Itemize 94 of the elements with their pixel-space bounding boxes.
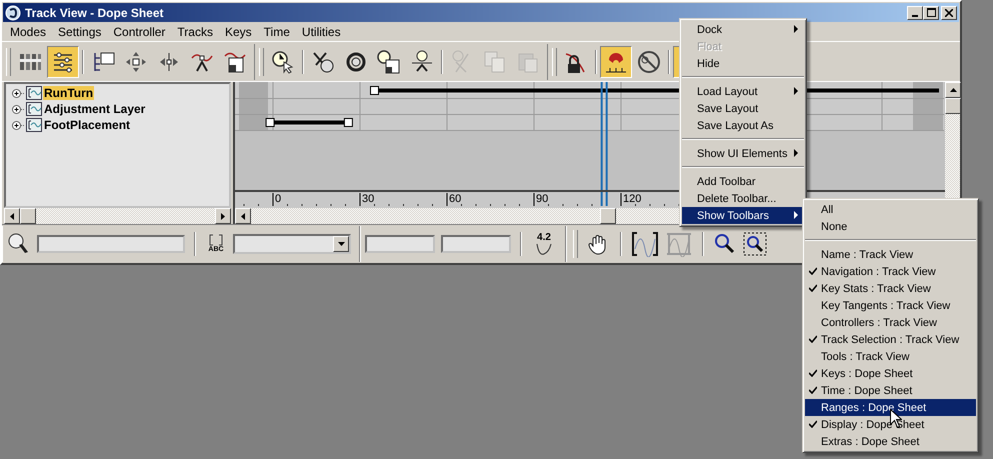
menu-item[interactable]: Show Toolbars xyxy=(682,207,804,224)
clock-cycle-icon xyxy=(344,50,368,74)
close-button[interactable] xyxy=(941,6,957,20)
menu-bar-item[interactable]: Keys xyxy=(218,25,258,39)
close-icon xyxy=(945,8,953,16)
menu-item[interactable]: None xyxy=(805,218,976,235)
menu-item[interactable]: Save Layout As xyxy=(682,117,804,134)
ruler-label: 0 xyxy=(275,193,282,205)
toolbar-button[interactable] xyxy=(600,46,632,78)
submenu-arrow-icon xyxy=(794,87,798,95)
check-icon xyxy=(809,386,817,394)
bracket-curve-icon[interactable] xyxy=(631,231,659,257)
time-slider-line[interactable] xyxy=(600,82,608,190)
menu-item[interactable]: Key Stats : Track View xyxy=(805,280,976,297)
curve-track-icon xyxy=(26,118,42,132)
range-bar[interactable] xyxy=(266,118,353,127)
minimize-button[interactable] xyxy=(907,6,923,20)
dropdown-button[interactable] xyxy=(333,236,349,252)
time-slider-line[interactable] xyxy=(600,192,608,206)
ruler-label: 30 xyxy=(362,193,374,205)
caret-icon xyxy=(338,242,344,246)
menu-item[interactable]: Dock xyxy=(682,21,804,38)
menu-bar-item[interactable]: Utilities xyxy=(296,25,347,39)
expand-icon[interactable] xyxy=(12,104,25,114)
frame-field[interactable] xyxy=(365,235,435,253)
toolbar-button[interactable] xyxy=(47,46,79,78)
menu-bar-item[interactable]: Modes xyxy=(4,25,52,39)
check-icon xyxy=(809,267,817,275)
menu-bar-item[interactable]: Settings xyxy=(52,25,108,39)
key-box-icon xyxy=(223,50,247,74)
scroll-thumb[interactable] xyxy=(20,208,36,224)
menu-bar-item[interactable]: Time xyxy=(258,25,296,39)
track-label[interactable]: FootPlacement xyxy=(43,118,132,132)
menu-item[interactable]: Save Layout xyxy=(682,100,804,117)
expand-icon[interactable] xyxy=(12,88,25,98)
menu-item[interactable]: Delete Toolbar... xyxy=(682,190,804,207)
menu-bar-item[interactable]: Controller xyxy=(107,25,172,39)
check-icon xyxy=(809,335,817,343)
up-arrow-icon xyxy=(950,88,956,92)
menu-item[interactable]: All xyxy=(805,201,976,218)
move-arrows-icon xyxy=(124,50,148,74)
check-icon xyxy=(809,369,817,377)
menu-item[interactable]: Navigation : Track View xyxy=(805,263,976,280)
scroll-thumb[interactable] xyxy=(945,98,961,114)
zoom-select-icon[interactable] xyxy=(7,232,31,256)
track-label[interactable]: Adjustment Layer xyxy=(43,102,146,116)
menu-item[interactable]: Time : Dope Sheet xyxy=(805,382,976,399)
clock-box-icon xyxy=(377,50,401,74)
menu-item[interactable]: Hide xyxy=(682,55,804,72)
scroll-thumb[interactable] xyxy=(600,208,616,224)
value-field[interactable] xyxy=(441,235,511,253)
menu-item[interactable]: Extras : Dope Sheet xyxy=(805,433,976,450)
magnet-icon xyxy=(604,50,628,74)
menu-item[interactable]: Key Tangents : Track View xyxy=(805,297,976,314)
menu-bar-item[interactable]: Tracks xyxy=(171,25,219,39)
zoom-icon[interactable] xyxy=(713,232,737,256)
ruler-label: 90 xyxy=(536,193,548,205)
left-arrow-icon xyxy=(241,212,246,220)
maximize-button[interactable] xyxy=(923,6,939,20)
menu-item[interactable]: Controllers : Track View xyxy=(805,314,976,331)
check-icon xyxy=(809,420,817,428)
menu-item[interactable]: Add Toolbar xyxy=(682,173,804,190)
check-icon xyxy=(809,284,817,292)
menu-item[interactable]: Name : Track View xyxy=(805,246,976,263)
filter-dropdown[interactable] xyxy=(233,234,351,254)
minimize-icon xyxy=(912,14,918,16)
submenu-arrow-icon xyxy=(794,149,798,157)
app-logo-icon xyxy=(5,4,21,20)
submenu-arrow-icon xyxy=(794,25,798,33)
menu-item[interactable]: Load Layout xyxy=(682,83,804,100)
menu-item[interactable]: Keys : Dope Sheet xyxy=(805,365,976,382)
curve-track-icon xyxy=(26,102,42,116)
track-list-icon xyxy=(51,50,75,74)
menu-item[interactable]: Show UI Elements xyxy=(682,145,804,162)
menu-item[interactable]: Ranges : Dope Sheet xyxy=(805,399,976,416)
horizontal-scrollbar[interactable] xyxy=(4,208,232,224)
crossed-circle-icon xyxy=(637,50,661,74)
submenu-arrow-icon xyxy=(794,211,798,219)
maximize-icon xyxy=(926,8,936,17)
track-name-field[interactable] xyxy=(37,235,185,253)
ruler-label: 120 xyxy=(623,193,642,205)
clock-delete-icon xyxy=(311,50,335,74)
copy-icon xyxy=(483,50,507,74)
expand-icon[interactable] xyxy=(12,120,25,130)
menu-item[interactable]: Track Selection : Track View xyxy=(805,331,976,348)
clock-cursor-icon xyxy=(271,50,295,74)
right-arrow-icon xyxy=(221,212,226,220)
left-arrow-icon xyxy=(10,212,14,220)
window-title: Track View - Dope Sheet xyxy=(25,6,164,20)
ruler-label: 60 xyxy=(449,193,462,205)
clock-figure-icon xyxy=(410,50,434,74)
menu-item[interactable]: Tools : Track View xyxy=(805,348,976,365)
track-label[interactable]: RunTurn xyxy=(43,86,94,100)
zoom-region-icon[interactable] xyxy=(743,232,767,256)
